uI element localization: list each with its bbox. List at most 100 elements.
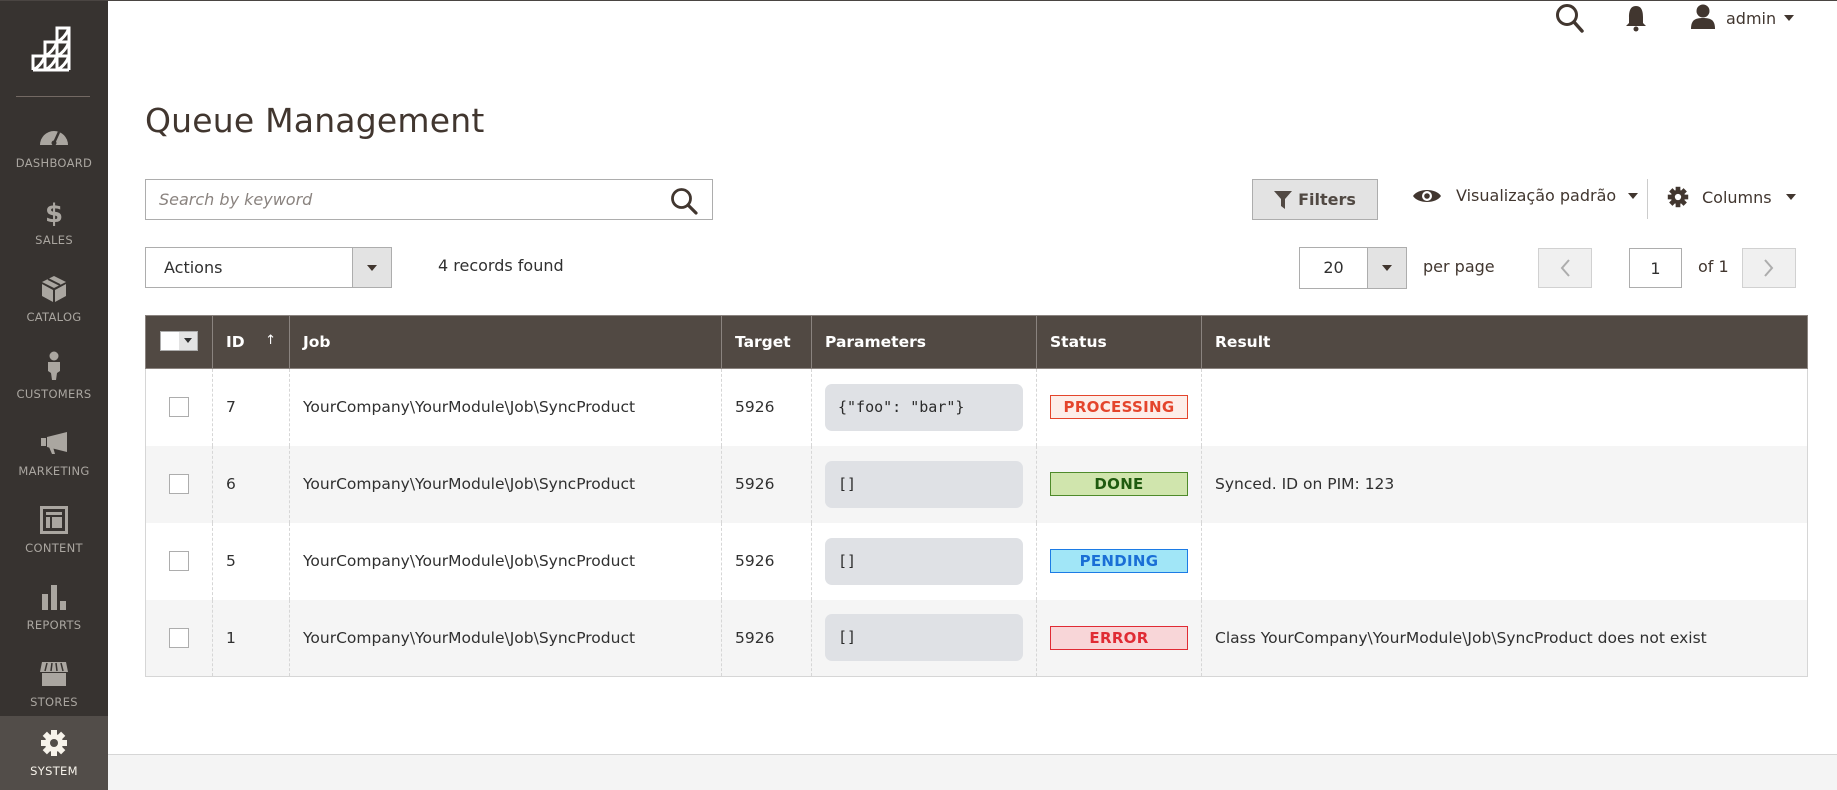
table-row[interactable]: 6 YourCompany\YourModule\Job\SyncProduct… — [145, 445, 1808, 523]
cell-parameters: [] — [811, 522, 1037, 600]
job-target: 5926 — [735, 398, 775, 417]
table-row[interactable]: 5 YourCompany\YourModule\Job\SyncProduct… — [145, 522, 1808, 600]
filters-label: Filters — [1298, 190, 1356, 209]
sidebar-item-catalog[interactable]: CATALOG — [0, 262, 108, 339]
speedometer-icon — [39, 120, 69, 150]
job-result: Class YourCompany\YourModule\Job\SyncPro… — [1215, 628, 1707, 647]
cell-job: YourCompany\YourModule\Job\SyncProduct — [289, 522, 722, 600]
storefront-icon — [39, 659, 69, 689]
chevron-down-icon — [1367, 248, 1406, 288]
column-header-target[interactable]: Target — [721, 315, 812, 369]
column-header-result[interactable]: Result — [1201, 315, 1808, 369]
job-target: 5926 — [735, 552, 775, 570]
cell-status: ERROR — [1036, 599, 1202, 677]
gear-icon — [1667, 186, 1689, 208]
cell-job: YourCompany\YourModule\Job\SyncProduct — [289, 368, 722, 446]
column-header-status[interactable]: Status — [1036, 315, 1202, 369]
cell-id: 5 — [212, 522, 290, 600]
cell-result: Class YourCompany\YourModule\Job\SyncPro… — [1201, 599, 1808, 677]
job-target: 5926 — [735, 628, 775, 647]
columns-label: Columns — [1702, 187, 1772, 207]
columns-control[interactable]: Columns — [1667, 186, 1796, 208]
cell-id: 1 — [212, 599, 290, 677]
search-input[interactable] — [146, 180, 646, 219]
filters-button[interactable]: Filters — [1252, 179, 1378, 220]
table-row[interactable]: 7 YourCompany\YourModule\Job\SyncProduct… — [145, 368, 1808, 446]
megaphone-icon — [40, 428, 68, 458]
job-class: YourCompany\YourModule\Job\SyncProduct — [303, 475, 636, 493]
row-select-cell — [145, 368, 213, 446]
per-page-select[interactable]: 20 — [1299, 247, 1407, 289]
chevron-right-icon — [1764, 259, 1774, 277]
global-search-icon[interactable] — [1555, 3, 1585, 39]
job-id: 1 — [226, 628, 236, 647]
job-id: 5 — [226, 552, 236, 570]
page-total: of 1 — [1698, 257, 1729, 276]
row-checkbox[interactable] — [169, 551, 189, 571]
sidebar-item-system[interactable]: SYSTEM — [0, 716, 108, 790]
eye-icon — [1413, 189, 1441, 202]
page-title: Queue Management — [145, 101, 485, 140]
column-header-job[interactable]: Job — [289, 315, 722, 369]
chevron-left-icon — [1560, 259, 1570, 277]
cell-job: YourCompany\YourModule\Job\SyncProduct — [289, 599, 722, 677]
mass-select-toggle[interactable] — [160, 330, 198, 351]
toolbar-divider — [1647, 179, 1648, 219]
box-icon — [41, 274, 67, 304]
gear-icon — [40, 728, 68, 758]
column-header-parameters[interactable]: Parameters — [811, 315, 1037, 369]
next-page-button[interactable] — [1742, 248, 1796, 288]
previous-page-button[interactable] — [1538, 248, 1592, 288]
chevron-down-icon — [1784, 15, 1795, 21]
status-badge: ERROR — [1050, 625, 1188, 650]
cell-parameters: [] — [811, 445, 1037, 523]
sidebar-item-dashboard[interactable]: DASHBOARD — [0, 108, 108, 185]
select-all-checkbox[interactable] — [161, 331, 179, 350]
mass-actions-select[interactable]: Actions — [145, 247, 392, 288]
dollar-icon: $ — [44, 197, 64, 227]
cell-result: Synced. ID on PIM: 123 — [1201, 445, 1808, 523]
magento-logo-icon[interactable] — [0, 19, 108, 79]
cell-parameters: [] — [811, 599, 1037, 677]
job-result: Synced. ID on PIM: 123 — [1215, 475, 1395, 493]
row-select-cell — [145, 599, 213, 677]
sidebar-item-marketing[interactable]: MARKETING — [0, 416, 108, 493]
table-row[interactable]: 1 YourCompany\YourModule\Job\SyncProduct… — [145, 599, 1808, 677]
cell-target: 5926 — [721, 445, 812, 523]
job-class: YourCompany\YourModule\Job\SyncProduct — [303, 552, 636, 570]
records-found: 4 records found — [438, 256, 564, 275]
page-footer — [108, 754, 1837, 790]
bell-icon[interactable] — [1625, 4, 1647, 36]
actions-label: Actions — [164, 258, 223, 277]
user-menu[interactable]: admin — [1690, 3, 1795, 33]
sidebar-item-customers[interactable]: CUSTOMERS — [0, 339, 108, 416]
cell-status: PROCESSING — [1036, 368, 1202, 446]
column-header-id[interactable]: ID ↑ — [212, 315, 290, 369]
row-select-cell — [145, 522, 213, 600]
per-page-label: per page — [1423, 257, 1495, 276]
row-checkbox[interactable] — [169, 397, 189, 418]
sidebar-item-stores[interactable]: STORES — [0, 647, 108, 724]
sidebar-item-reports[interactable]: REPORTS — [0, 570, 108, 647]
sidebar-item-sales[interactable]: $ SALES — [0, 185, 108, 262]
admin-sidebar: DASHBOARD $ SALES CATALOG CUSTOMERS MARK… — [0, 1, 108, 790]
job-class: YourCompany\YourModule\Job\SyncProduct — [303, 628, 636, 647]
main-content: Queue Management admin Filters Visualiza… — [108, 1, 1837, 790]
mass-select-header — [145, 315, 213, 369]
search-icon[interactable] — [670, 187, 698, 219]
cell-status: PENDING — [1036, 522, 1202, 600]
bar-chart-icon — [41, 582, 67, 612]
sidebar-item-content[interactable]: CONTENT — [0, 493, 108, 570]
current-page-input[interactable] — [1629, 248, 1682, 288]
status-badge: PROCESSING — [1050, 395, 1188, 420]
job-id: 6 — [226, 475, 236, 493]
view-switcher[interactable]: Visualização padrão — [1412, 186, 1639, 205]
cell-parameters: {"foo": "bar"} — [811, 368, 1037, 446]
per-page-value: 20 — [1323, 258, 1344, 277]
row-checkbox[interactable] — [169, 474, 189, 494]
row-checkbox[interactable] — [169, 627, 189, 648]
queue-grid: ID ↑ Job Target Parameters Status Result… — [145, 315, 1808, 677]
cell-target: 5926 — [721, 368, 812, 446]
job-class: YourCompany\YourModule\Job\SyncProduct — [303, 398, 636, 417]
view-label: Visualização padrão — [1456, 186, 1617, 205]
